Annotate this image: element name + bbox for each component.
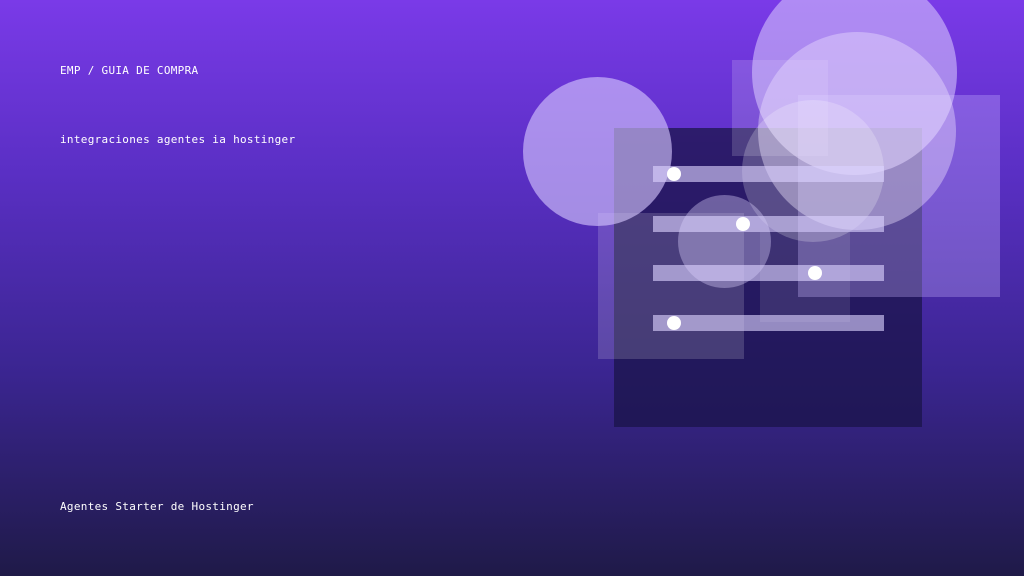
decorative-circle (758, 32, 956, 230)
decorative-square (598, 213, 744, 359)
settings-panel (614, 128, 922, 427)
decorative-circle (678, 195, 771, 288)
slider-track (653, 265, 884, 281)
breadcrumb: EMP / GUIA DE COMPRA (60, 64, 199, 77)
decorative-illustration (0, 0, 1024, 576)
footer-label: Agentes Starter de Hostinger (60, 500, 254, 513)
decorative-circle (752, 0, 957, 175)
slider-track (653, 216, 884, 232)
decorative-circle (742, 100, 884, 242)
decorative-square (760, 232, 850, 322)
decorative-circle (523, 77, 672, 226)
slider-track (653, 315, 884, 331)
page-subtitle: integraciones agentes ia hostinger (60, 133, 296, 146)
slider-track (653, 166, 884, 182)
slider-knob (807, 266, 822, 280)
slider-knob (666, 167, 681, 181)
decorative-square (732, 60, 828, 156)
decorative-square (798, 95, 1000, 297)
slider-knob (736, 217, 751, 231)
slider-knob (666, 316, 681, 330)
